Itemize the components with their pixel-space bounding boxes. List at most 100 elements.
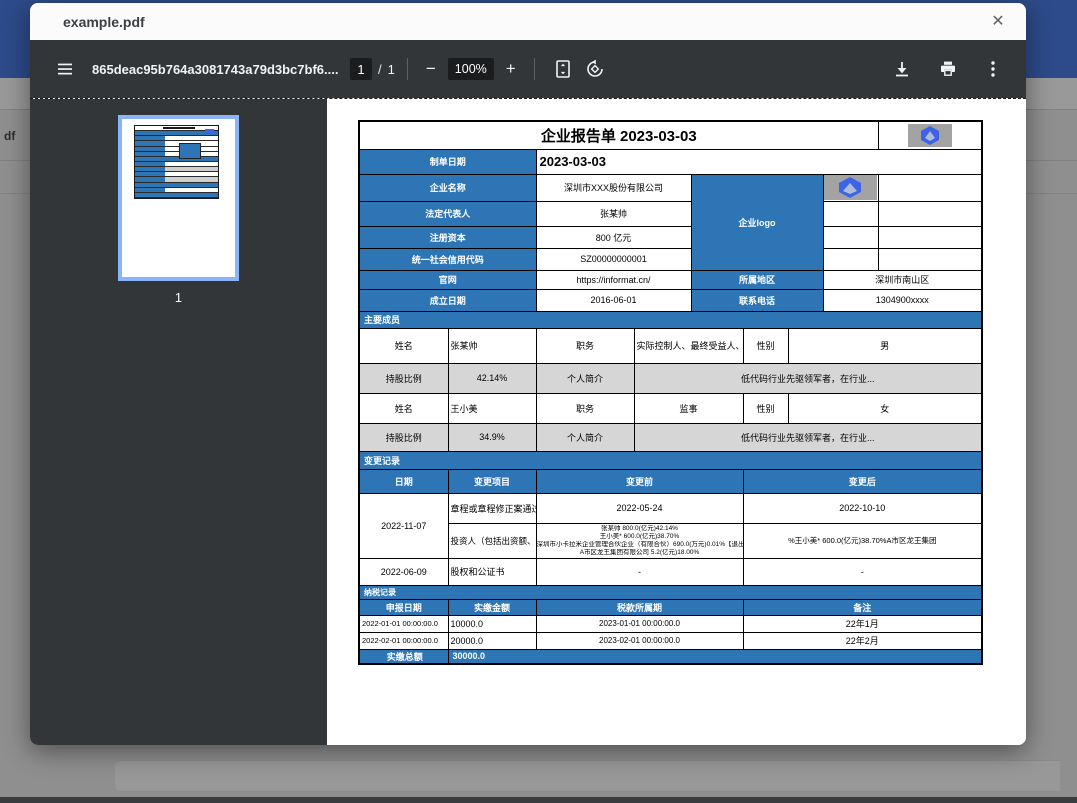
registered-capital-label: 注册资本 <box>359 226 536 248</box>
member-intro: 低代码行业先驱领军者，在行业... <box>634 363 982 393</box>
menu-button[interactable] <box>50 54 80 84</box>
zoom-out-button[interactable]: − <box>420 57 442 81</box>
thumbnail-page-number: 1 <box>175 290 182 305</box>
changes-col-after: 变更后 <box>743 469 982 493</box>
member-role-label: 职务 <box>536 393 634 423</box>
report-corner-logo-cell <box>878 121 982 149</box>
member-gender-label: 性别 <box>743 328 788 363</box>
pdf-page: 企业报告单 2023-03-03 制单日期 2023-03-03 <box>327 99 1026 745</box>
page-1-thumbnail[interactable] <box>118 115 239 281</box>
change-after: 2022-10-10 <box>743 493 982 523</box>
change-item: 章程或章程修正案通过日期 <box>448 493 536 523</box>
investor-line: 王小美* 600.0(亿元)38.70% <box>537 533 743 541</box>
registered-capital-value: 800 亿元 <box>536 226 691 248</box>
hamburger-icon <box>56 60 74 78</box>
hexagon-logo-icon <box>908 124 952 147</box>
tax-col-amount: 实缴金额 <box>448 599 536 615</box>
total-pages: 1 <box>388 62 395 77</box>
company-logo-image-cell <box>823 174 878 201</box>
empty-cell <box>823 226 878 248</box>
change-item: 投资人（包括出资额、出资方式、 <box>448 523 536 558</box>
investor-line: 张某帅 800.0(亿元)42.14% <box>537 525 743 533</box>
member-gender-label: 性别 <box>743 393 788 423</box>
empty-cell <box>823 201 878 226</box>
member-name-label: 姓名 <box>359 393 448 423</box>
member-intro-label: 个人简介 <box>536 363 634 393</box>
fit-to-page-icon <box>553 59 573 79</box>
changes-col-before: 变更前 <box>536 469 743 493</box>
document-id: 865deac95b764a3081743a79d3bc7bf6.... <box>92 62 342 77</box>
close-icon[interactable]: ✕ <box>986 10 1010 34</box>
tax-amount: 20000.0 <box>448 632 536 649</box>
change-item: 股权和公证书 <box>448 558 536 585</box>
tax-note: 22年2月 <box>743 632 982 649</box>
change-after: - <box>743 558 982 585</box>
pdf-viewer-body: 1 企业报告单 2023-03-03 <box>30 98 1026 745</box>
download-button[interactable] <box>886 53 918 85</box>
tax-period: 2023-02-01 00:00:00.0 <box>536 632 743 649</box>
empty-cell <box>878 174 982 201</box>
legal-rep-label: 法定代表人 <box>359 201 536 226</box>
member-share: 42.14% <box>448 363 536 393</box>
investor-line: 深圳市小卡拉米企业管理合伙企业（有限合伙）690.0(万元)0.01%【退出】 <box>537 541 743 549</box>
more-options-button[interactable] <box>978 53 1008 85</box>
member-role: 实际控制人、最终受益人、大股东 <box>634 328 743 363</box>
member-name: 张某帅 <box>448 328 536 363</box>
tax-section-header: 纳税记录 <box>359 585 982 599</box>
phone-value: 1304900xxxx <box>823 289 982 311</box>
company-logo-small <box>908 124 952 147</box>
change-before: 2022-05-24 <box>536 493 743 523</box>
tax-amount: 10000.0 <box>448 615 536 632</box>
fit-to-page-button[interactable] <box>547 53 579 85</box>
thumbnail-corner-logo <box>205 129 214 134</box>
tax-date: 2022-01-01 00:00:00.0 <box>359 615 448 632</box>
empty-cell <box>878 226 982 248</box>
empty-cell <box>878 248 982 270</box>
change-before: - <box>536 558 743 585</box>
credit-code-label: 统一社会信用代码 <box>359 248 536 270</box>
member-intro-label: 个人简介 <box>536 423 634 451</box>
tax-period: 2023-01-01 00:00:00.0 <box>536 615 743 632</box>
tax-date: 2022-02-01 00:00:00.0 <box>359 632 448 649</box>
page-separator: / <box>378 62 382 77</box>
thumbnail-logo-block <box>179 143 201 159</box>
hexagon-logo-icon <box>824 175 877 200</box>
current-page-input[interactable]: 1 <box>350 58 372 80</box>
zoom-level[interactable]: 100% <box>448 58 494 80</box>
tax-col-period: 税款所属期 <box>536 599 743 615</box>
tax-col-date: 申报日期 <box>359 599 448 615</box>
thumbnail-page-preview <box>122 119 235 277</box>
changes-col-date: 日期 <box>359 469 448 493</box>
change-before-investors: 张某帅 800.0(亿元)42.14% 王小美* 600.0(亿元)38.70%… <box>536 523 743 558</box>
member-gender: 男 <box>788 328 982 363</box>
empty-cell <box>878 201 982 226</box>
member-share: 34.9% <box>448 423 536 451</box>
toolbar-divider <box>534 58 535 80</box>
background-bottom-bar <box>0 797 1077 803</box>
pdf-toolbar: 865deac95b764a3081743a79d3bc7bf6.... 1 /… <box>30 40 1026 98</box>
website-value: https://informat.cn/ <box>536 270 691 289</box>
member-intro: 低代码行业先驱领军者，在行业... <box>634 423 982 451</box>
rotate-button[interactable] <box>579 53 611 85</box>
kebab-menu-icon <box>984 59 1002 79</box>
phone-label: 联系电话 <box>691 289 823 311</box>
member-share-label: 持股比例 <box>359 423 448 451</box>
pdf-preview-dialog: example.pdf ✕ 865deac95b764a3081743a79d3… <box>30 3 1026 745</box>
region-value: 深圳市南山区 <box>823 270 982 289</box>
tax-total-value: 30000.0 <box>448 649 982 664</box>
investor-line: A市区龙王集团有限公司 5.2(亿元)18.00% <box>537 549 743 557</box>
zoom-in-button[interactable]: + <box>500 57 522 81</box>
member-share-label: 持股比例 <box>359 363 448 393</box>
member-name-label: 姓名 <box>359 328 448 363</box>
dialog-title: example.pdf <box>63 14 986 30</box>
company-name-label: 企业名称 <box>359 174 536 201</box>
changes-col-item: 变更项目 <box>448 469 536 493</box>
download-icon <box>892 59 912 79</box>
website-label: 官网 <box>359 270 536 289</box>
print-button[interactable] <box>932 53 964 85</box>
credit-code-value: SZ00000000001 <box>536 248 691 270</box>
page-indicator: 1 / 1 <box>350 58 395 80</box>
background-partial-cell-text: df <box>4 129 15 143</box>
change-date: 2022-11-07 <box>359 493 448 558</box>
company-logo-label: 企业logo <box>691 174 823 270</box>
